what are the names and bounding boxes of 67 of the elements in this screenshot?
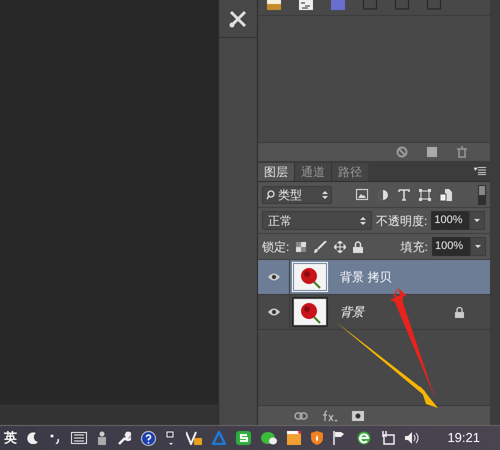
layer-row[interactable]: 背景 拷贝 [258,260,490,295]
dropdown-button[interactable] [470,237,486,256]
adjustment-filter-icon[interactable] [377,188,389,200]
opacity-field[interactable]: 100% [431,211,470,230]
brush-icon[interactable] [313,240,328,252]
rose-thumbnail [294,299,326,325]
search-icon [266,190,275,200]
filter-toggle[interactable] [478,184,486,204]
swatch-icon[interactable] [363,0,377,10]
spinner-icon [360,216,366,226]
image-filter-icon[interactable] [356,189,368,200]
shape-filter-icon[interactable] [419,188,431,200]
app-tray-icon[interactable] [186,431,202,445]
forbidden-icon[interactable] [396,146,408,158]
eye-icon[interactable] [268,273,280,281]
lock-transparency-icon[interactable] [296,242,306,252]
mask-icon[interactable] [352,410,364,420]
lock-icon[interactable] [353,240,364,252]
rose-thumbnail [294,264,326,290]
eye-icon[interactable] [268,308,280,316]
tools-icon[interactable] [228,8,248,28]
caret-icon [474,219,480,222]
chat-icon[interactable] [261,431,277,445]
swatch-icon[interactable] [427,0,441,10]
layer-name: 背景 拷贝 [340,269,392,286]
lock-label: 锁定: [262,238,290,256]
swatch-icon[interactable] [267,0,281,10]
blend-mode-label: 正常 [268,212,293,230]
filter-type-label: 类型 [278,186,303,204]
shield-icon[interactable] [311,431,323,445]
clock: 19:21 [447,429,480,448]
network-icon[interactable] [381,431,395,445]
dropdown-button[interactable] [469,211,486,230]
app-tray-icon[interactable] [236,431,251,445]
panel-menu-icon[interactable] [474,167,486,175]
layer-name: 背景 [340,304,366,321]
volume-icon[interactable] [405,431,419,445]
fill-field[interactable]: 100% [432,237,470,256]
caret-icon [475,245,481,248]
punctuation-icon[interactable] [49,432,61,444]
fill-label: 填充: [400,238,428,256]
help-icon[interactable] [141,430,156,446]
spinner-icon [322,190,328,200]
keyboard-icon[interactable] [71,432,87,444]
wrench-icon[interactable] [117,431,131,445]
restore-icon[interactable] [166,431,176,445]
flag-icon[interactable] [333,431,347,445]
blend-mode-dropdown[interactable]: 正常 [262,211,372,230]
opacity-label: 不透明度: [376,212,428,230]
swatch-icon[interactable] [331,0,345,10]
move-icon[interactable] [334,240,346,252]
swatch-icon[interactable] [299,0,313,10]
filter-dropdown[interactable]: 类型 [262,186,332,204]
browser-icon[interactable] [357,431,371,445]
swatch-icon[interactable] [395,0,409,10]
figure-icon[interactable] [97,431,107,445]
panel-tab[interactable]: 图层 [258,163,294,181]
type-filter-icon[interactable] [398,188,410,200]
input-method-indicator[interactable]: 英 [4,428,17,448]
effects-icon[interactable] [322,410,338,422]
triangle-app-icon[interactable] [212,431,226,445]
trash-icon[interactable] [456,146,468,158]
smart-object-filter-icon[interactable] [440,188,452,200]
moon-icon[interactable] [27,432,39,444]
window-icon[interactable] [287,431,301,445]
link-icon[interactable] [294,412,308,420]
new-item-icon[interactable] [426,146,438,158]
